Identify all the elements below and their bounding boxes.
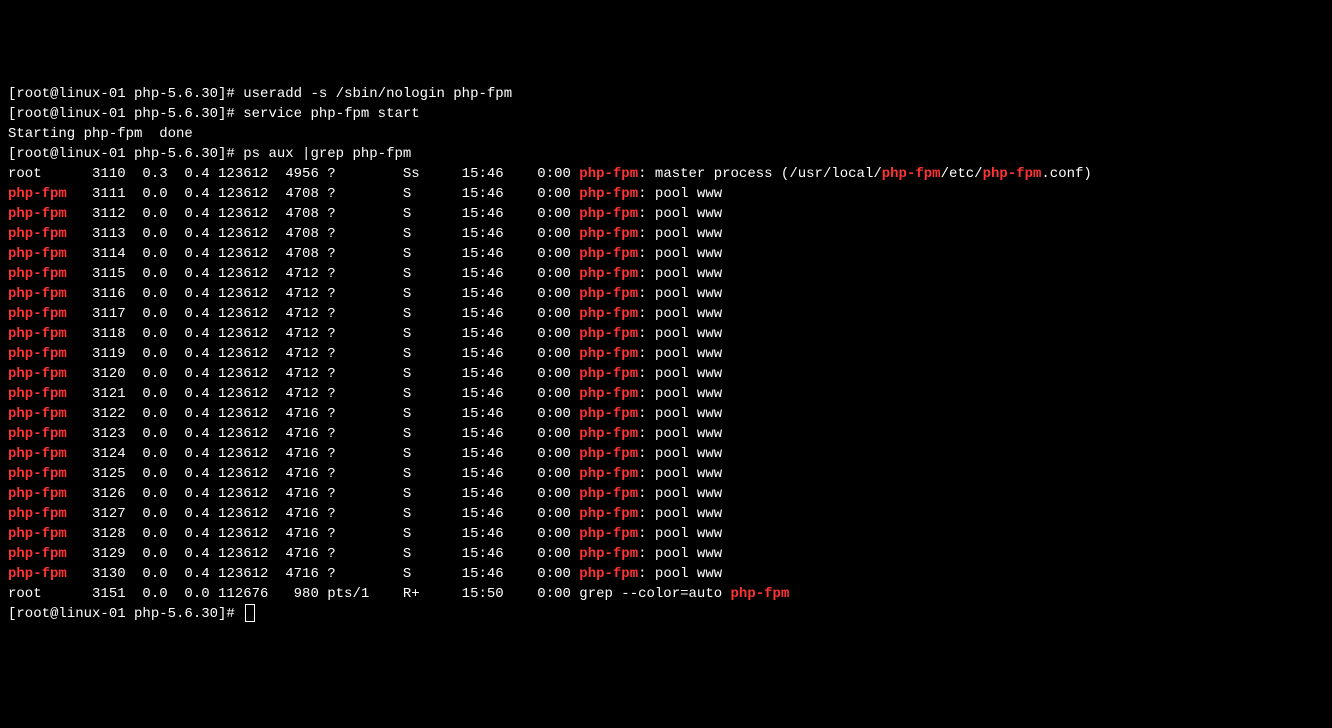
- ps-row-worker: php-fpm 3119 0.0 0.4 123612 4712 ? S 15:…: [8, 344, 1324, 364]
- hl-user-php-fpm: php-fpm: [8, 546, 67, 562]
- hl-php-fpm: php-fpm: [579, 266, 638, 282]
- cursor-icon: [245, 604, 255, 622]
- hl-user-php-fpm: php-fpm: [8, 226, 67, 242]
- hl-php-fpm: php-fpm: [579, 326, 638, 342]
- hl-php-fpm: php-fpm: [579, 206, 638, 222]
- ps-row-worker: php-fpm 3111 0.0 0.4 123612 4708 ? S 15:…: [8, 184, 1324, 204]
- ps-row-worker: php-fpm 3127 0.0 0.4 123612 4716 ? S 15:…: [8, 504, 1324, 524]
- prompt-line[interactable]: [root@linux-01 php-5.6.30]#: [8, 604, 1324, 624]
- hl-php-fpm: php-fpm: [579, 406, 638, 422]
- hl-php-fpm: php-fpm: [579, 186, 638, 202]
- terminal-output: [root@linux-01 php-5.6.30]# useradd -s /…: [8, 84, 1324, 624]
- prompt: [root@linux-01 php-5.6.30]#: [8, 86, 235, 102]
- ps-row-worker: php-fpm 3120 0.0 0.4 123612 4712 ? S 15:…: [8, 364, 1324, 384]
- ps-row-worker: php-fpm 3130 0.0 0.4 123612 4716 ? S 15:…: [8, 564, 1324, 584]
- hl-user-php-fpm: php-fpm: [8, 386, 67, 402]
- cmd-service: [root@linux-01 php-5.6.30]# service php-…: [8, 104, 1324, 124]
- hl-user-php-fpm: php-fpm: [8, 526, 67, 542]
- hl-user-php-fpm: php-fpm: [8, 506, 67, 522]
- hl-php-fpm: php-fpm: [579, 506, 638, 522]
- hl-php-fpm: php-fpm: [579, 446, 638, 462]
- hl-user-php-fpm: php-fpm: [8, 486, 67, 502]
- hl-php-fpm: php-fpm: [579, 546, 638, 562]
- hl-user-php-fpm: php-fpm: [8, 566, 67, 582]
- ps-row-worker: php-fpm 3123 0.0 0.4 123612 4716 ? S 15:…: [8, 424, 1324, 444]
- hl-user-php-fpm: php-fpm: [8, 266, 67, 282]
- ps-row-grep: root 3151 0.0 0.0 112676 980 pts/1 R+ 15…: [8, 584, 1324, 604]
- hl-user-php-fpm: php-fpm: [8, 246, 67, 262]
- ps-row-worker: php-fpm 3124 0.0 0.4 123612 4716 ? S 15:…: [8, 444, 1324, 464]
- hl-user-php-fpm: php-fpm: [8, 426, 67, 442]
- prompt: [root@linux-01 php-5.6.30]#: [8, 146, 235, 162]
- ps-row-worker: php-fpm 3114 0.0 0.4 123612 4708 ? S 15:…: [8, 244, 1324, 264]
- hl-php-fpm: php-fpm: [731, 586, 790, 602]
- hl-user-php-fpm: php-fpm: [8, 466, 67, 482]
- hl-user-php-fpm: php-fpm: [8, 186, 67, 202]
- hl-php-fpm: php-fpm: [579, 226, 638, 242]
- ps-row-worker: php-fpm 3129 0.0 0.4 123612 4716 ? S 15:…: [8, 544, 1324, 564]
- cmd-useradd: [root@linux-01 php-5.6.30]# useradd -s /…: [8, 84, 1324, 104]
- ps-row-worker: php-fpm 3125 0.0 0.4 123612 4716 ? S 15:…: [8, 464, 1324, 484]
- ps-row-master: root 3110 0.3 0.4 123612 4956 ? Ss 15:46…: [8, 164, 1324, 184]
- ps-row-worker: php-fpm 3117 0.0 0.4 123612 4712 ? S 15:…: [8, 304, 1324, 324]
- cmd-text: ps aux |grep php-fpm: [243, 146, 411, 162]
- ps-row-worker: php-fpm 3118 0.0 0.4 123612 4712 ? S 15:…: [8, 324, 1324, 344]
- hl-user-php-fpm: php-fpm: [8, 286, 67, 302]
- hl-php-fpm: php-fpm: [579, 286, 638, 302]
- prompt: [root@linux-01 php-5.6.30]#: [8, 606, 235, 622]
- hl-php-fpm: php-fpm: [579, 366, 638, 382]
- hl-user-php-fpm: php-fpm: [8, 366, 67, 382]
- hl-php-fpm: php-fpm: [579, 166, 638, 182]
- prompt: [root@linux-01 php-5.6.30]#: [8, 106, 235, 122]
- ps-row-worker: php-fpm 3113 0.0 0.4 123612 4708 ? S 15:…: [8, 224, 1324, 244]
- hl-php-fpm: php-fpm: [579, 566, 638, 582]
- hl-php-fpm: php-fpm: [579, 486, 638, 502]
- hl-php-fpm: php-fpm: [983, 166, 1042, 182]
- hl-php-fpm: php-fpm: [579, 246, 638, 262]
- hl-user-php-fpm: php-fpm: [8, 446, 67, 462]
- cmd-text: service php-fpm start: [243, 106, 419, 122]
- ps-row-worker: php-fpm 3115 0.0 0.4 123612 4712 ? S 15:…: [8, 264, 1324, 284]
- ps-row-worker: php-fpm 3121 0.0 0.4 123612 4712 ? S 15:…: [8, 384, 1324, 404]
- ps-row-worker: php-fpm 3122 0.0 0.4 123612 4716 ? S 15:…: [8, 404, 1324, 424]
- hl-php-fpm: php-fpm: [579, 386, 638, 402]
- hl-user-php-fpm: php-fpm: [8, 326, 67, 342]
- hl-php-fpm: php-fpm: [579, 426, 638, 442]
- cmd-ps: [root@linux-01 php-5.6.30]# ps aux |grep…: [8, 144, 1324, 164]
- hl-php-fpm: php-fpm: [579, 466, 638, 482]
- ps-row-worker: php-fpm 3126 0.0 0.4 123612 4716 ? S 15:…: [8, 484, 1324, 504]
- hl-php-fpm: php-fpm: [579, 306, 638, 322]
- ps-row-worker: php-fpm 3116 0.0 0.4 123612 4712 ? S 15:…: [8, 284, 1324, 304]
- hl-user-php-fpm: php-fpm: [8, 206, 67, 222]
- ps-row-worker: php-fpm 3112 0.0 0.4 123612 4708 ? S 15:…: [8, 204, 1324, 224]
- hl-user-php-fpm: php-fpm: [8, 306, 67, 322]
- hl-user-php-fpm: php-fpm: [8, 346, 67, 362]
- hl-php-fpm: php-fpm: [579, 346, 638, 362]
- hl-php-fpm: php-fpm: [882, 166, 941, 182]
- ps-row-worker: php-fpm 3128 0.0 0.4 123612 4716 ? S 15:…: [8, 524, 1324, 544]
- hl-user-php-fpm: php-fpm: [8, 406, 67, 422]
- hl-php-fpm: php-fpm: [579, 526, 638, 542]
- service-output: Starting php-fpm done: [8, 124, 1324, 144]
- cmd-text: useradd -s /sbin/nologin php-fpm: [243, 86, 512, 102]
